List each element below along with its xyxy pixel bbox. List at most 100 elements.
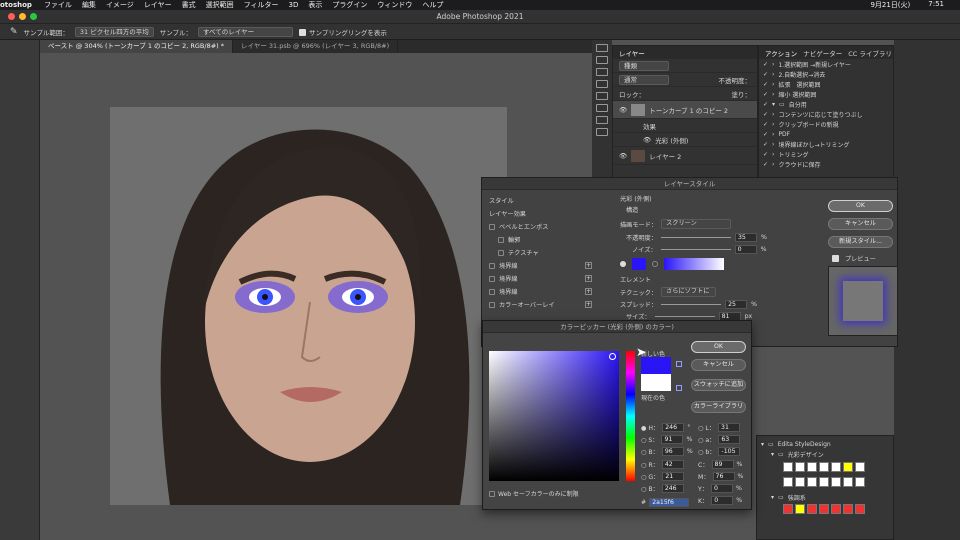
action-set[interactable]: ✓ ▾ ▭ 自分用: [759, 99, 893, 109]
swatch[interactable]: [843, 477, 853, 487]
effect-outer-glow[interactable]: 光彩 (外側): [655, 135, 688, 145]
swatch[interactable]: [855, 462, 865, 472]
style-item[interactable]: 境界線 +: [486, 259, 594, 272]
preview-checkbox[interactable]: プレビュー: [832, 254, 876, 263]
menu-filter[interactable]: フィルター: [244, 0, 279, 10]
lab-l-field[interactable]: ○ L： 31: [698, 423, 741, 432]
noise-slider[interactable]: [660, 249, 731, 250]
menu-layer[interactable]: レイヤー: [144, 0, 172, 10]
menu-image[interactable]: イメージ: [106, 0, 134, 10]
swatch-group[interactable]: Edita StyleDesign: [778, 441, 831, 448]
swatch[interactable]: [807, 462, 817, 472]
zoom-window-button[interactable]: [30, 13, 37, 20]
app-menu[interactable]: otoshop: [0, 1, 32, 9]
lab-a-field[interactable]: ○ a： 63: [698, 435, 741, 444]
style-item[interactable]: カラーオーバーレイ +: [486, 298, 594, 311]
swatch[interactable]: [783, 477, 793, 487]
color-picker-marker[interactable]: [609, 353, 616, 360]
eye-icon[interactable]: 👁: [619, 152, 627, 160]
lab-b-field[interactable]: ○ b： -105: [698, 447, 741, 456]
swatch-subgroup[interactable]: 強調系: [788, 493, 806, 502]
menu-view[interactable]: 表示: [308, 0, 322, 10]
swatch[interactable]: [795, 477, 805, 487]
action-item[interactable]: ✓ › コンテンツに応じて塗りつぶし: [759, 109, 893, 119]
tab-actions[interactable]: アクション: [765, 48, 797, 58]
tab-layers[interactable]: レイヤー: [619, 48, 645, 58]
swatch[interactable]: [807, 504, 817, 514]
tool-icon[interactable]: [596, 104, 608, 112]
menu-window[interactable]: ウィンドウ: [377, 0, 412, 10]
sample-size-select[interactable]: 31 ピクセル四方の平均: [74, 26, 154, 37]
effects-label[interactable]: 効果: [643, 121, 656, 131]
action-item[interactable]: ✓ › 縮小 選択範囲: [759, 89, 893, 99]
magenta-field[interactable]: M： 76%: [698, 472, 743, 481]
cyan-field[interactable]: C： 89%: [698, 460, 742, 469]
action-item[interactable]: ✓ › クリップボードの新規: [759, 119, 893, 129]
layer-filter-select[interactable]: 種類: [619, 60, 669, 71]
blend-mode-select[interactable]: 通常: [619, 74, 669, 85]
saturation-field[interactable]: ○ S： 91%: [641, 435, 692, 444]
action-item[interactable]: ✓ › PDF: [759, 129, 893, 139]
tool-icon[interactable]: [596, 44, 608, 52]
eye-icon[interactable]: 👁: [619, 106, 627, 114]
hue-field[interactable]: ● H： 246 °: [641, 423, 690, 432]
eyedropper-icon[interactable]: ✎: [10, 27, 18, 37]
current-color-swatch[interactable]: [641, 374, 671, 391]
yellow-field[interactable]: Y： 0%: [698, 484, 742, 493]
menu-help[interactable]: ヘルプ: [422, 0, 443, 10]
saturation-brightness-field[interactable]: [489, 351, 619, 481]
eye-icon[interactable]: 👁: [643, 136, 651, 144]
cube-icon[interactable]: [676, 385, 682, 391]
style-item[interactable]: テクスチャ: [486, 246, 594, 259]
menu-type[interactable]: 書式: [182, 0, 196, 10]
minimize-window-button[interactable]: [19, 13, 26, 20]
opacity-slider[interactable]: [660, 237, 731, 238]
solid-color-radio[interactable]: [620, 261, 626, 267]
layer-name[interactable]: トーンカーブ 1 のコピー 2: [649, 105, 728, 115]
swatch[interactable]: [783, 462, 793, 472]
ok-button[interactable]: OK: [691, 341, 746, 353]
action-item[interactable]: ✓ › トリミング: [759, 149, 893, 159]
menu-plugins[interactable]: プラグイン: [332, 0, 367, 10]
web-safe-checkbox[interactable]: Web セーフカラーのみに制限: [489, 489, 579, 498]
color-libraries-button[interactable]: カラーライブラリ: [691, 401, 746, 413]
swatch[interactable]: [819, 504, 829, 514]
blend-mode-select[interactable]: スクリーン: [661, 219, 732, 229]
show-ring-checkbox[interactable]: サンプリングリングを表示: [299, 27, 387, 37]
swatch[interactable]: [819, 462, 829, 472]
swatch[interactable]: [807, 477, 817, 487]
action-item[interactable]: ✓ › クラウドに保存: [759, 159, 893, 169]
glow-color-swatch[interactable]: [632, 258, 646, 270]
tool-icon[interactable]: [596, 56, 608, 64]
spread-input[interactable]: 25: [725, 300, 748, 309]
action-item[interactable]: ✓ › 2.自動選択→消去: [759, 69, 893, 79]
red-field[interactable]: ○ R： 42: [641, 460, 684, 469]
cancel-button[interactable]: キャンセル: [828, 218, 893, 230]
new-style-button[interactable]: 新規スタイル...: [828, 236, 893, 248]
cancel-button[interactable]: キャンセル: [691, 359, 746, 371]
swatch[interactable]: [795, 504, 805, 514]
style-item[interactable]: 境界線 +: [486, 285, 594, 298]
swatch[interactable]: [855, 504, 865, 514]
tool-icon[interactable]: [596, 80, 608, 88]
gradient-radio[interactable]: [652, 261, 658, 267]
gradient-swatch[interactable]: [664, 258, 724, 270]
tab-layer31[interactable]: レイヤー 31.psb @ 696% (レイヤー 3, RGB/8#): [233, 40, 399, 53]
green-field[interactable]: ○ G： 21: [641, 472, 685, 481]
hex-field[interactable]: #2a15f6: [641, 498, 690, 507]
action-item[interactable]: ✓ › 1.選択範囲 →新規レイヤー: [759, 59, 893, 69]
menu-file[interactable]: ファイル: [44, 0, 72, 10]
swatch[interactable]: [831, 504, 841, 514]
swatch[interactable]: [795, 462, 805, 472]
hue-slider[interactable]: [626, 351, 635, 481]
effects-header[interactable]: レイヤー効果: [486, 207, 594, 220]
swatch[interactable]: [855, 477, 865, 487]
tool-icon[interactable]: [596, 68, 608, 76]
brightness-field[interactable]: ○ B： 96%: [641, 447, 693, 456]
black-field[interactable]: K： 0%: [698, 496, 742, 505]
swatch[interactable]: [819, 477, 829, 487]
swatch[interactable]: [843, 504, 853, 514]
action-item[interactable]: ✓ › 境界線ぼかし→トリミング: [759, 139, 893, 149]
ok-button[interactable]: OK: [828, 200, 893, 212]
swatch[interactable]: [831, 462, 841, 472]
